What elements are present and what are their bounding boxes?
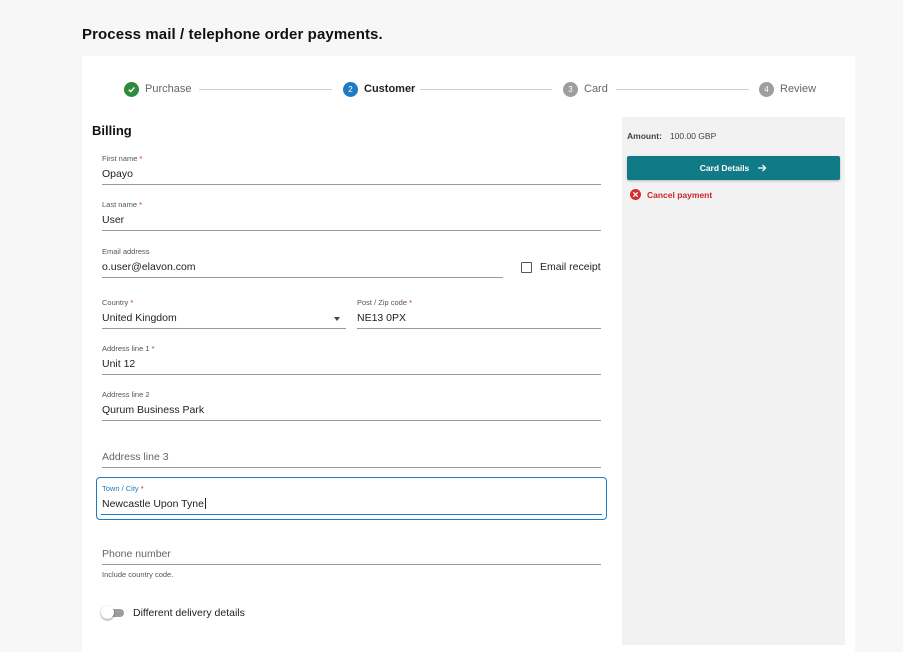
step-label: Purchase: [145, 83, 192, 95]
focus-underline: [101, 514, 602, 515]
last-name-label: Last name: [102, 200, 138, 209]
address-line-2-field[interactable]: Address line 2 Qurum Business Park: [102, 390, 601, 421]
phone-number-field[interactable]: Phone number: [102, 534, 601, 565]
address-line-2-value: Qurum Business Park: [102, 404, 205, 416]
town-city-field[interactable]: Town / City * Newcastle Upon Tyne: [96, 477, 607, 520]
address-line-1-label: Address line 1: [102, 344, 150, 353]
step-review[interactable]: 4 Review: [759, 80, 816, 98]
address-line-3-placeholder: Address line 3: [102, 451, 169, 463]
address-line-1-field[interactable]: Address line 1 * Unit 12: [102, 344, 601, 375]
amount-label: Amount:: [627, 131, 662, 141]
billing-title: Billing: [92, 123, 132, 138]
page-title: Process mail / telephone order payments.: [82, 26, 383, 43]
step-customer[interactable]: 2 Customer: [343, 80, 415, 98]
required-marker: *: [149, 344, 155, 353]
cancel-payment-link[interactable]: Cancel payment: [630, 189, 712, 200]
check-icon: [124, 81, 139, 97]
first-name-field[interactable]: First name * Opayo: [102, 154, 601, 185]
payment-card: Purchase 2 Customer 3 Card 4 Review Bill…: [82, 56, 855, 652]
required-marker: *: [128, 298, 134, 307]
text-caret: [204, 498, 206, 509]
town-city-value: Newcastle Upon Tyne: [102, 498, 204, 510]
chevron-down-icon[interactable]: [334, 317, 340, 321]
cancel-payment-label: Cancel payment: [647, 189, 713, 200]
country-value: United Kingdom: [102, 312, 177, 324]
card-details-label: Card Details: [699, 163, 750, 173]
last-name-field[interactable]: Last name * User: [102, 200, 601, 231]
address-line-1-value: Unit 12: [102, 358, 136, 370]
close-circle-icon: [630, 189, 641, 200]
stepper: Purchase 2 Customer 3 Card 4 Review: [82, 56, 855, 120]
email-receipt-label: Email receipt: [540, 261, 601, 273]
last-name-value: User: [102, 214, 125, 226]
step-purchase[interactable]: Purchase: [124, 80, 191, 98]
checkbox-icon[interactable]: [521, 261, 532, 273]
step-number: 2: [343, 81, 358, 97]
step-label: Customer: [364, 83, 416, 95]
different-delivery-toggle[interactable]: Different delivery details: [101, 606, 245, 620]
toggle-switch[interactable]: [101, 606, 125, 620]
step-label: Card: [584, 83, 608, 95]
postcode-field[interactable]: Post / Zip code * NE13 0PX: [357, 298, 601, 329]
toggle-thumb: [101, 606, 114, 619]
email-field[interactable]: Email address o.user@elavon.com: [102, 247, 503, 278]
step-number: 4: [759, 81, 774, 97]
email-value: o.user@elavon.com: [102, 261, 196, 273]
town-city-label: Town / City: [102, 484, 139, 493]
address-line-3-field[interactable]: Address line 3: [102, 437, 601, 468]
email-receipt-checkbox[interactable]: Email receipt: [521, 261, 601, 273]
step-number: 3: [563, 81, 578, 97]
phone-helper-text: Include country code.: [102, 570, 174, 579]
first-name-label: First name: [102, 154, 138, 163]
postcode-value: NE13 0PX: [357, 312, 407, 324]
phone-number-placeholder: Phone number: [102, 548, 171, 560]
step-divider: [616, 89, 749, 90]
arrow-right-icon: [758, 164, 767, 172]
email-label: Email address: [102, 247, 150, 256]
amount-value: 100.00 GBP: [669, 131, 717, 141]
country-select[interactable]: Country * United Kingdom: [102, 298, 346, 329]
required-marker: *: [407, 298, 413, 307]
postcode-label: Post / Zip code: [357, 298, 408, 307]
different-delivery-label: Different delivery details: [133, 607, 245, 619]
step-divider: [420, 89, 552, 90]
payment-summary-panel: Amount: 100.00 GBP Card Details Cancel p…: [622, 117, 845, 645]
step-label: Review: [780, 83, 817, 95]
first-name-value: Opayo: [102, 168, 133, 180]
address-line-2-label: Address line 2: [102, 390, 150, 399]
card-details-button[interactable]: Card Details: [627, 156, 840, 180]
required-marker: *: [137, 154, 143, 163]
amount-row: Amount: 100.00 GBP: [627, 131, 716, 141]
step-card[interactable]: 3 Card: [563, 80, 608, 98]
required-marker: *: [138, 484, 144, 493]
required-marker: *: [137, 200, 143, 209]
step-divider: [199, 89, 332, 90]
country-label: Country: [102, 298, 129, 307]
